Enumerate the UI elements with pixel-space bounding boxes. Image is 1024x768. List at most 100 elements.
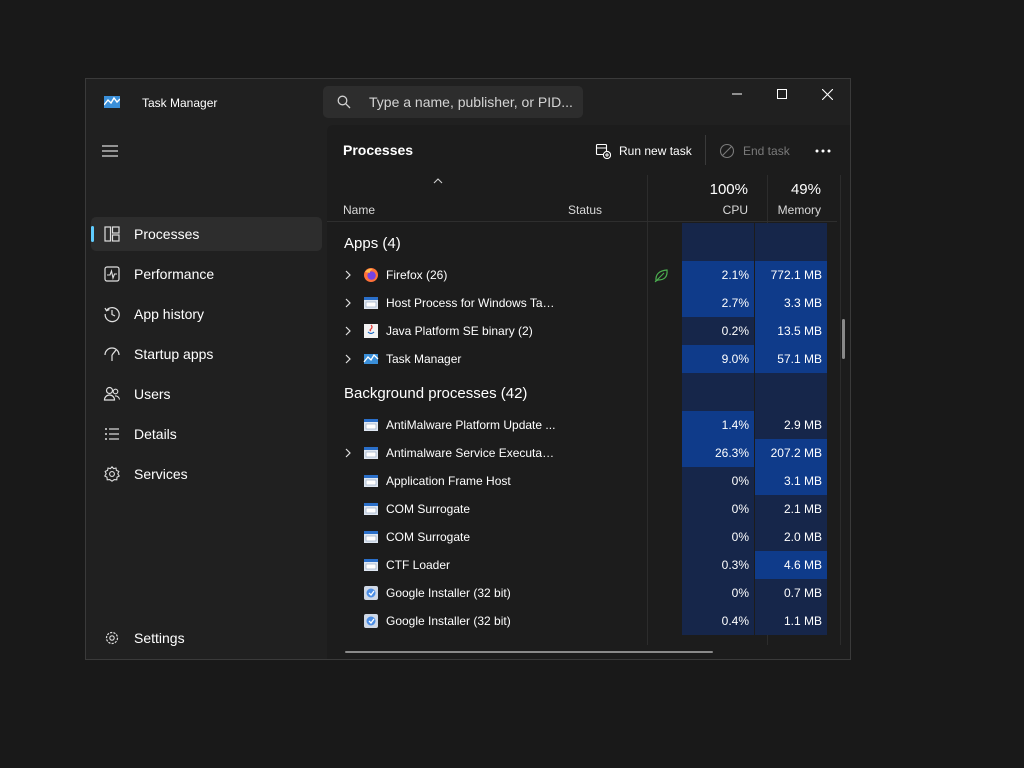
cpu-cell: 0% (682, 467, 754, 495)
efficiency-mode-leaf-icon (654, 269, 668, 283)
process-name: Google Installer (32 bit) (386, 586, 511, 600)
memory-value: 4.6 MB (783, 558, 822, 572)
process-name: COM Surrogate (386, 530, 471, 544)
chevron-right-icon[interactable] (343, 448, 353, 458)
window-process-icon (364, 297, 378, 309)
run-new-task-button[interactable]: Run new task (595, 139, 692, 163)
chevron-right-icon[interactable] (343, 326, 353, 336)
table-row[interactable]: Firefox (26) 2.1% 772.1 MB (327, 261, 837, 289)
memory-cell: 3.3 MB (755, 289, 827, 317)
end-task-label: End task (743, 144, 790, 158)
process-name: AntiMalware Platform Update ... (386, 418, 556, 432)
search-input[interactable] (369, 92, 574, 112)
search-box[interactable] (323, 86, 583, 118)
vertical-scrollbar[interactable] (842, 319, 845, 359)
memory-value: 2.1 MB (783, 502, 822, 516)
table-row[interactable]: Google Installer (32 bit) 0% 0.7 MB (327, 579, 837, 607)
task-manager-icon (363, 353, 379, 364)
end-task-button[interactable]: End task (719, 139, 790, 163)
table-row[interactable]: Host Process for Windows Tasks 2.7% 3.3 MB (327, 289, 837, 317)
settings-gear-icon (105, 631, 119, 645)
sidebar-item-processes[interactable]: Processes (91, 217, 322, 251)
table-row[interactable]: Java Platform SE binary (2) 0.2% 13.5 MB (327, 317, 837, 345)
cpu-value: 0.4% (721, 614, 749, 628)
process-name: CTF Loader (386, 558, 451, 572)
cpu-cell: 0.4% (682, 607, 754, 635)
minimize-icon (732, 93, 742, 95)
process-name: Task Manager (386, 352, 462, 366)
column-header-status[interactable]: Status (568, 203, 602, 217)
sidebar-item-label: Services (134, 466, 188, 482)
chevron-right-icon[interactable] (343, 354, 353, 364)
table-row[interactable]: CTF Loader 0.3% 4.6 MB (327, 551, 837, 579)
memory-cell: 2.1 MB (755, 495, 827, 523)
process-name: COM Surrogate (386, 502, 471, 516)
sidebar-item-label: Details (134, 426, 177, 442)
sidebar-item-app-history[interactable]: App history (91, 297, 322, 331)
horizontal-scrollbar[interactable] (345, 651, 713, 653)
maximize-button[interactable] (759, 79, 805, 109)
task-manager-window: Task Manager Type a name, publisher, or … (85, 78, 851, 660)
end-task-icon (719, 143, 735, 159)
more-options-button[interactable] (809, 139, 837, 163)
table-row[interactable]: COM Surrogate 0% 2.0 MB (327, 523, 837, 551)
memory-cell: 2.0 MB (755, 523, 827, 551)
memory-cell: 1.1 MB (755, 607, 827, 635)
group-header-background[interactable]: Background processes (42) (344, 385, 527, 402)
sidebar-item-startup-apps[interactable]: Startup apps (91, 337, 322, 371)
window-process-icon (364, 503, 378, 515)
sidebar-item-details[interactable]: Details (91, 417, 322, 451)
cpu-cell: 2.7% (682, 289, 754, 317)
table-row[interactable]: AntiMalware Platform Update ... 1.4% 2.9 M… (327, 411, 837, 439)
sort-ascending-icon[interactable] (433, 177, 443, 185)
table-row[interactable]: Application Frame Host 0% 3.1 MB (327, 467, 837, 495)
cpu-value: 0.3% (721, 558, 749, 572)
column-divider (840, 175, 841, 645)
cpu-column-band (682, 373, 754, 411)
cpu-cell: 2.1% (682, 261, 754, 289)
minimize-button[interactable] (714, 79, 760, 109)
close-button[interactable] (804, 79, 850, 109)
cpu-value: 2.1% (721, 268, 749, 282)
sidebar-item-label: Users (134, 386, 171, 402)
cpu-value: 0% (731, 586, 749, 600)
window-process-icon (364, 419, 378, 431)
cpu-cell: 1.4% (682, 411, 754, 439)
memory-value: 772.1 MB (770, 268, 822, 282)
sidebar-item-performance[interactable]: Performance (91, 257, 322, 291)
table-row[interactable]: Google Installer (32 bit) 0.4% 1.1 MB (327, 607, 837, 635)
column-header-memory[interactable]: Memory (755, 203, 821, 217)
memory-total-percent[interactable]: 49% (755, 181, 821, 198)
group-header-apps[interactable]: Apps (4) (344, 235, 401, 252)
chevron-right-icon[interactable] (343, 270, 353, 280)
hamburger-menu-icon[interactable] (100, 141, 120, 161)
search-icon (337, 95, 351, 109)
sidebar-item-settings[interactable]: Settings (91, 621, 322, 655)
process-name: Google Installer (32 bit) (386, 614, 511, 628)
table-row[interactable]: Task Manager 9.0% 57.1 MB (327, 345, 837, 373)
sidebar-item-users[interactable]: Users (91, 377, 322, 411)
column-header-cpu[interactable]: CPU (682, 203, 748, 217)
memory-cell: 0.7 MB (755, 579, 827, 607)
memory-value: 57.1 MB (777, 352, 822, 366)
column-header-name[interactable]: Name (343, 203, 375, 217)
cpu-value: 0.2% (721, 324, 749, 338)
cpu-total-percent[interactable]: 100% (682, 181, 748, 198)
process-name: Antimalware Service Executable (386, 446, 558, 460)
cpu-value: 0% (731, 502, 749, 516)
app-title: Task Manager (142, 96, 218, 110)
memory-value: 2.0 MB (783, 530, 822, 544)
memory-value: 1.1 MB (783, 614, 822, 628)
table-row[interactable]: Antimalware Service Executable 26.3% 207.2… (327, 439, 837, 467)
memory-cell: 2.9 MB (755, 411, 827, 439)
details-icon (105, 428, 119, 440)
window-process-icon (364, 531, 378, 543)
sidebar-item-label: Processes (134, 226, 200, 242)
sidebar-item-services[interactable]: Services (91, 457, 322, 491)
task-manager-app-icon (104, 96, 120, 108)
toolbar-separator (705, 135, 706, 165)
cpu-value: 2.7% (721, 296, 749, 310)
cpu-cell: 0.2% (682, 317, 754, 345)
chevron-right-icon[interactable] (343, 298, 353, 308)
table-row[interactable]: COM Surrogate 0% 2.1 MB (327, 495, 837, 523)
